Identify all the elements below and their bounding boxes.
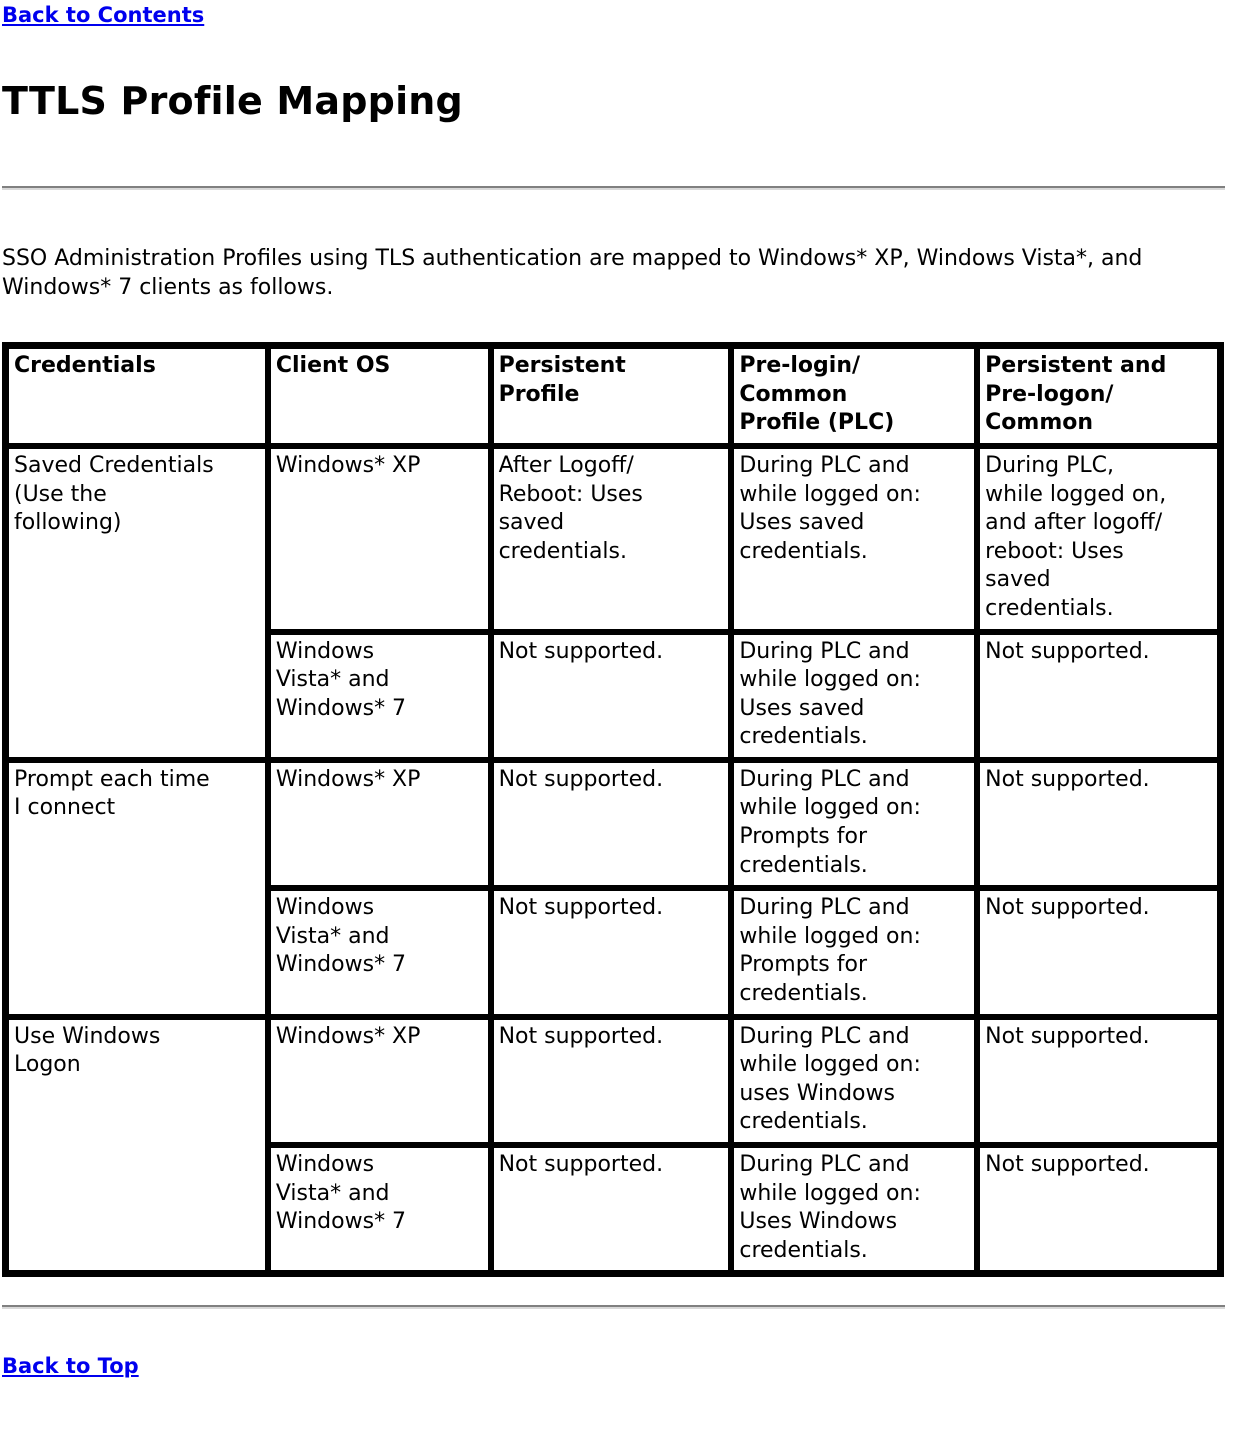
cell-credentials-group-2: Use Windows Logon <box>6 1016 268 1274</box>
cell-persistent-prelogon: Not supported. <box>977 1145 1220 1274</box>
cell-persistent-profile: Not supported. <box>490 888 732 1017</box>
table-row: Saved Credentials (Use the following) Wi… <box>6 445 1220 760</box>
cell-plc: During PLC and while logged on: Uses sav… <box>731 445 978 632</box>
cell-client-os: Windows* XP <box>267 445 491 632</box>
back-to-contents-container: Back to Contents <box>2 0 1225 29</box>
intro-paragraph: SSO Administration Profiles using TLS au… <box>2 246 1143 301</box>
cell-client-os: Windows Vista* and Windows* 7 <box>267 631 491 760</box>
cell-plc: During PLC and while logged on: Uses Win… <box>731 1145 978 1274</box>
cell-plc: During PLC and while logged on: uses Win… <box>731 1016 978 1145</box>
table-row: Prompt each time I connect Windows* XP N… <box>6 759 1220 1017</box>
column-header-persistent-and-pre-logon-common: Persistent and Pre-logon/ Common <box>977 346 1220 446</box>
page-title: TTLS Profile Mapping <box>2 79 463 124</box>
cell-client-os: Windows* XP <box>267 759 491 889</box>
cell-client-os: Windows* XP <box>267 1016 491 1145</box>
footer-divider <box>2 1305 1225 1310</box>
cell-plc: During PLC and while logged on: Prompts … <box>731 759 978 889</box>
table-row: Use Windows Logon Windows* XP Not suppor… <box>6 1016 1220 1274</box>
column-header-credentials: Credentials <box>6 346 268 446</box>
cell-client-os: Windows Vista* and Windows* 7 <box>267 888 491 1017</box>
column-header-pre-login-common-plc: Pre-login/ Common Profile (PLC) <box>731 346 978 446</box>
back-to-top-container: Back to Top <box>2 1353 1225 1380</box>
cell-persistent-profile: After Logoff/ Reboot: Uses saved credent… <box>490 445 732 632</box>
column-header-client-os: Client OS <box>267 346 491 446</box>
document-page: Back to Contents TTLS Profile Mapping SS… <box>0 0 1233 1381</box>
table-header-row: Credentials Client OS Persistent Profile… <box>6 346 1220 446</box>
cell-persistent-profile: Not supported. <box>490 1016 732 1145</box>
cell-credentials-group-1: Prompt each time I connect <box>6 759 268 1017</box>
cell-persistent-profile: Not supported. <box>490 1145 732 1274</box>
cell-persistent-profile: Not supported. <box>490 759 732 889</box>
back-to-top-link[interactable]: Back to Top <box>2 1354 139 1378</box>
cell-persistent-profile: Not supported. <box>490 631 732 760</box>
cell-persistent-prelogon: Not supported. <box>977 759 1220 889</box>
cell-persistent-prelogon: Not supported. <box>977 888 1220 1017</box>
cell-persistent-prelogon: During PLC, while logged on, and after l… <box>977 445 1220 632</box>
cell-credentials-group-0: Saved Credentials (Use the following) <box>6 445 268 760</box>
cell-client-os: Windows Vista* and Windows* 7 <box>267 1145 491 1274</box>
cell-persistent-prelogon: Not supported. <box>977 631 1220 760</box>
cell-plc: During PLC and while logged on: Uses sav… <box>731 631 978 760</box>
header-divider <box>2 186 1225 191</box>
column-header-persistent-profile: Persistent Profile <box>490 346 732 446</box>
cell-plc: During PLC and while logged on: Prompts … <box>731 888 978 1017</box>
ttls-profile-mapping-table: Credentials Client OS Persistent Profile… <box>2 342 1224 1278</box>
back-to-contents-link[interactable]: Back to Contents <box>2 3 204 27</box>
cell-persistent-prelogon: Not supported. <box>977 1016 1220 1145</box>
